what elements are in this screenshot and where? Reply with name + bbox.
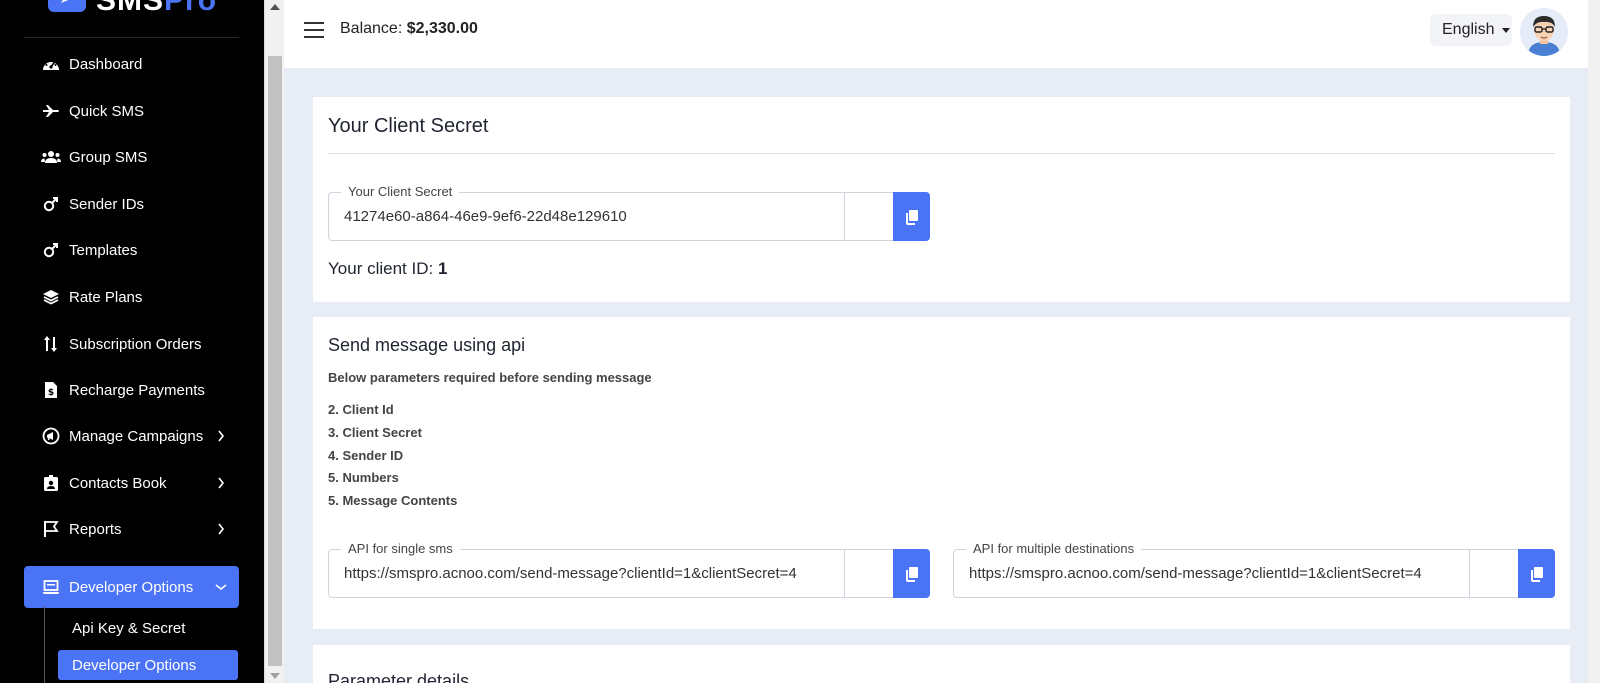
sidebar-item-label: Quick SMS <box>69 102 145 120</box>
scroll-thumb[interactable] <box>268 56 282 666</box>
card-title: Parameter details <box>328 671 470 683</box>
field-label: Your Client Secret <box>341 184 460 199</box>
dashboard-icon <box>41 54 61 74</box>
sidebar-item-label: Rate Plans <box>69 288 143 306</box>
sidebar-subitem-api-key[interactable]: Api Key & Secret <box>58 613 238 643</box>
users-icon <box>41 147 61 167</box>
multiple-api-field[interactable]: API for multiple destinations https://sm… <box>953 541 1555 598</box>
copy-icon <box>905 209 918 225</box>
sidebar: SMSPro Dashboard Quick SMS Group SMS Sen… <box>0 0 264 683</box>
list-item: 5. Message Contents <box>328 493 458 509</box>
sidebar-item-dashboard[interactable]: Dashboard <box>24 43 239 85</box>
logo-divider <box>24 37 239 38</box>
copy-multiple-api-button[interactable] <box>1518 549 1555 598</box>
client-secret-field[interactable]: Your Client Secret 41274e60-a864-46e9-9e… <box>328 184 930 241</box>
logo-icon <box>48 0 86 12</box>
send-message-api-card: Send message using api Below parameters … <box>313 317 1570 629</box>
field-label: API for single sms <box>341 541 460 556</box>
multiple-api-value[interactable]: https://smspro.acnoo.com/send-message?cl… <box>969 565 1461 582</box>
list-item: 4. Sender ID <box>328 447 404 463</box>
field-separator <box>844 549 845 598</box>
list-item: 2. Client Id <box>328 402 394 417</box>
sidebar-item-label: Contacts Book <box>69 474 167 492</box>
list-item: 5. Numbers <box>328 470 399 486</box>
top-header: Balance: $2,330.00 English <box>284 0 1600 68</box>
chevron-right-icon <box>218 523 225 535</box>
sidebar-item-developer-options[interactable]: Developer Options <box>24 566 239 608</box>
sidebar-subitem-label: Developer Options <box>72 656 197 674</box>
client-secret-card: Your Client Secret Your Client Secret 41… <box>313 97 1570 302</box>
sidebar-item-quick-sms[interactable]: Quick SMS <box>24 90 239 132</box>
sidebar-item-label: Templates <box>69 241 138 259</box>
single-sms-api-value[interactable]: https://smspro.acnoo.com/send-message?cl… <box>344 565 836 582</box>
requirements-list: 2. Client Id 3. Client Secret 4. Sender … <box>328 399 457 513</box>
field-separator <box>1469 549 1470 598</box>
sidebar-subitem-label: Api Key & Secret <box>72 619 186 637</box>
language-selector[interactable]: English <box>1430 14 1512 46</box>
sidebar-subitem-developer-options[interactable]: Developer Options <box>58 650 238 680</box>
logo[interactable]: SMSPro <box>0 0 264 38</box>
language-label: English <box>1442 21 1495 38</box>
sidebar-item-templates[interactable]: Templates <box>24 229 239 271</box>
sidebar-item-label: Group SMS <box>69 148 148 166</box>
list-item: 3. Client Secret <box>328 424 422 440</box>
mars-icon <box>41 194 61 214</box>
card-title: Your Client Secret <box>328 115 489 137</box>
parameter-details-card: Parameter details <box>313 645 1570 683</box>
sort-icon <box>41 334 61 354</box>
sidebar-item-label: Manage Campaigns <box>69 427 204 445</box>
sidebar-item-label: Reports <box>69 520 122 538</box>
card-subtitle: Below parameters required before sending… <box>328 370 652 385</box>
flag-icon <box>41 519 61 539</box>
copy-secret-button[interactable] <box>893 192 930 241</box>
sidebar-item-label: Subscription Orders <box>69 335 202 353</box>
plane-icon <box>41 101 61 121</box>
scroll-down-arrow-icon[interactable] <box>270 673 280 679</box>
mars-icon <box>41 240 61 260</box>
hamburger-menu-icon[interactable] <box>304 22 324 38</box>
copy-icon <box>905 566 918 582</box>
svg-text:$: $ <box>48 388 54 398</box>
avatar[interactable] <box>1520 8 1568 56</box>
sidebar-item-subscription-orders[interactable]: Subscription Orders <box>24 323 239 365</box>
single-sms-api-field[interactable]: API for single sms https://smspro.acnoo.… <box>328 541 930 598</box>
sidebar-item-sender-ids[interactable]: Sender IDs <box>24 183 239 225</box>
divider <box>328 153 1555 154</box>
sidebar-item-reports[interactable]: Reports <box>24 508 239 550</box>
caret-down-icon <box>1502 27 1511 33</box>
chevron-right-icon <box>218 430 225 442</box>
chevron-right-icon <box>218 477 225 489</box>
campaign-icon <box>41 426 61 446</box>
chevron-down-icon <box>215 584 227 591</box>
sidebar-item-label: Recharge Payments <box>69 381 205 399</box>
sidebar-item-label: Dashboard <box>69 55 143 73</box>
field-separator <box>844 192 845 241</box>
submenu-rail <box>44 606 45 683</box>
logo-text: SMSPro <box>96 0 218 17</box>
layers-icon <box>41 287 61 307</box>
contact-icon <box>41 473 61 493</box>
invoice-icon: $ <box>41 380 61 400</box>
sidebar-item-label: Sender IDs <box>69 195 145 213</box>
sidebar-item-rate-plans[interactable]: Rate Plans <box>24 276 239 318</box>
sidebar-item-manage-campaigns[interactable]: Manage Campaigns <box>24 415 239 457</box>
copy-icon <box>1530 566 1543 582</box>
sidebar-item-contacts-book[interactable]: Contacts Book <box>24 462 239 504</box>
field-label: API for multiple destinations <box>966 541 1142 556</box>
sidebar-item-label: Developer Options <box>69 578 194 596</box>
client-secret-value[interactable]: 41274e60-a864-46e9-9ef6-22d48e129610 <box>344 208 627 225</box>
client-id-text: Your client ID: 1 <box>328 259 448 278</box>
balance-display: Balance: $2,330.00 <box>340 20 478 37</box>
copy-single-api-button[interactable] <box>893 549 930 598</box>
sidebar-item-recharge-payments[interactable]: $ Recharge Payments <box>24 369 239 411</box>
sidebar-scrollbar[interactable] <box>264 0 284 683</box>
laptop-icon <box>41 577 61 597</box>
sidebar-item-group-sms[interactable]: Group SMS <box>24 136 239 178</box>
page-scrollbar[interactable] <box>1588 0 1600 683</box>
card-title: Send message using api <box>328 335 526 355</box>
scroll-up-arrow-icon[interactable] <box>270 4 280 10</box>
